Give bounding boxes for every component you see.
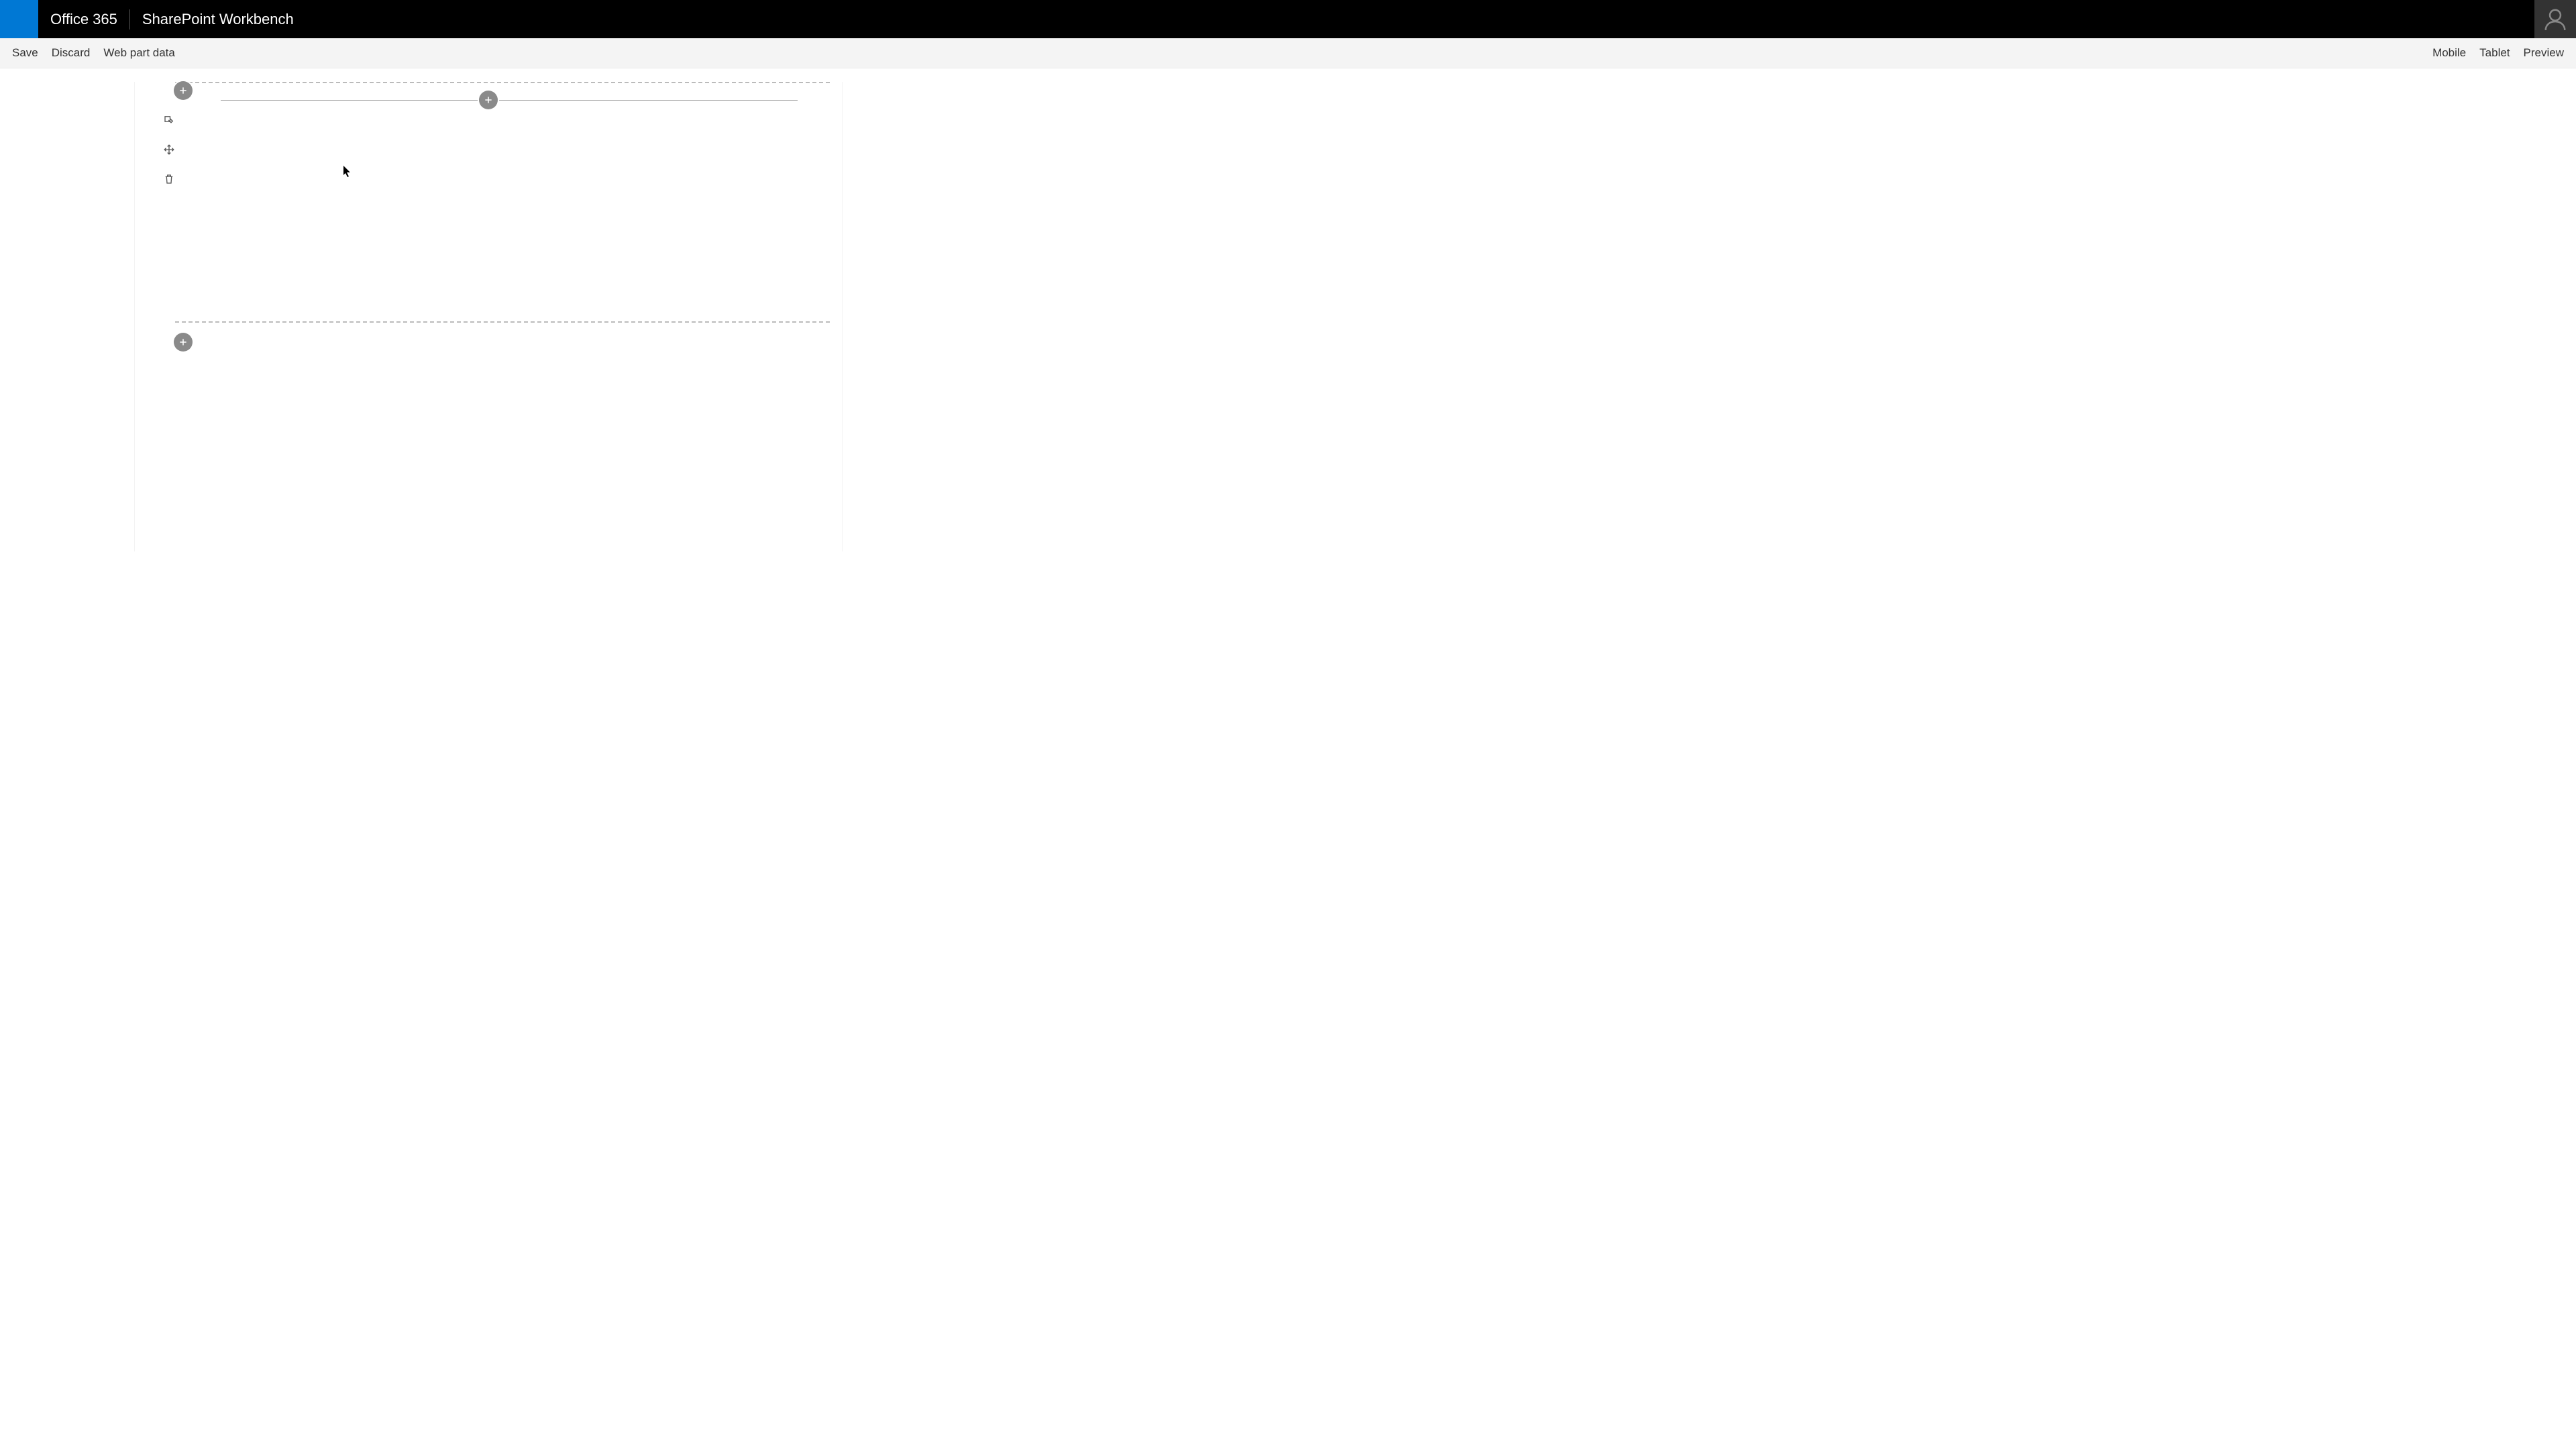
page-area: [0, 68, 2576, 551]
command-bar-right: Mobile Tablet Preview: [2432, 46, 2564, 60]
suite-bar: Office 365 SharePoint Workbench: [0, 0, 2576, 38]
webpartdata-button[interactable]: Web part data: [103, 46, 174, 60]
save-button[interactable]: Save: [12, 46, 38, 60]
move-webpart-button[interactable]: [160, 141, 178, 158]
canvas: [134, 82, 843, 551]
app-launcher-button[interactable]: [0, 0, 38, 38]
mobile-button[interactable]: Mobile: [2432, 46, 2466, 60]
section-divider-top: [175, 82, 830, 83]
command-bar-left: Save Discard Web part data: [12, 46, 175, 60]
webpart-insert-line: [221, 100, 798, 101]
plus-icon: [484, 95, 493, 105]
command-bar: Save Discard Web part data Mobile Tablet…: [0, 38, 2576, 68]
delete-icon: [163, 173, 175, 185]
add-section-button-bottom[interactable]: [174, 333, 193, 352]
edit-webpart-button[interactable]: [160, 111, 178, 129]
move-icon: [163, 144, 175, 156]
edit-icon: [163, 114, 175, 126]
tablet-button[interactable]: Tablet: [2479, 46, 2510, 60]
add-section-button-top[interactable]: [174, 81, 193, 100]
section-divider-bottom: [175, 321, 830, 323]
account-button[interactable]: [2534, 0, 2576, 38]
plus-icon: [178, 337, 188, 347]
avatar-icon: [2542, 7, 2568, 32]
delete-webpart-button[interactable]: [160, 170, 178, 188]
suite-title: Office 365: [38, 11, 129, 28]
suite-subtitle: SharePoint Workbench: [130, 11, 294, 28]
plus-icon: [178, 86, 188, 95]
add-webpart-button[interactable]: [479, 91, 498, 109]
webpart-toolbox: [160, 111, 178, 188]
discard-button[interactable]: Discard: [52, 46, 91, 60]
preview-button[interactable]: Preview: [2524, 46, 2564, 60]
cursor-icon: [343, 166, 352, 178]
